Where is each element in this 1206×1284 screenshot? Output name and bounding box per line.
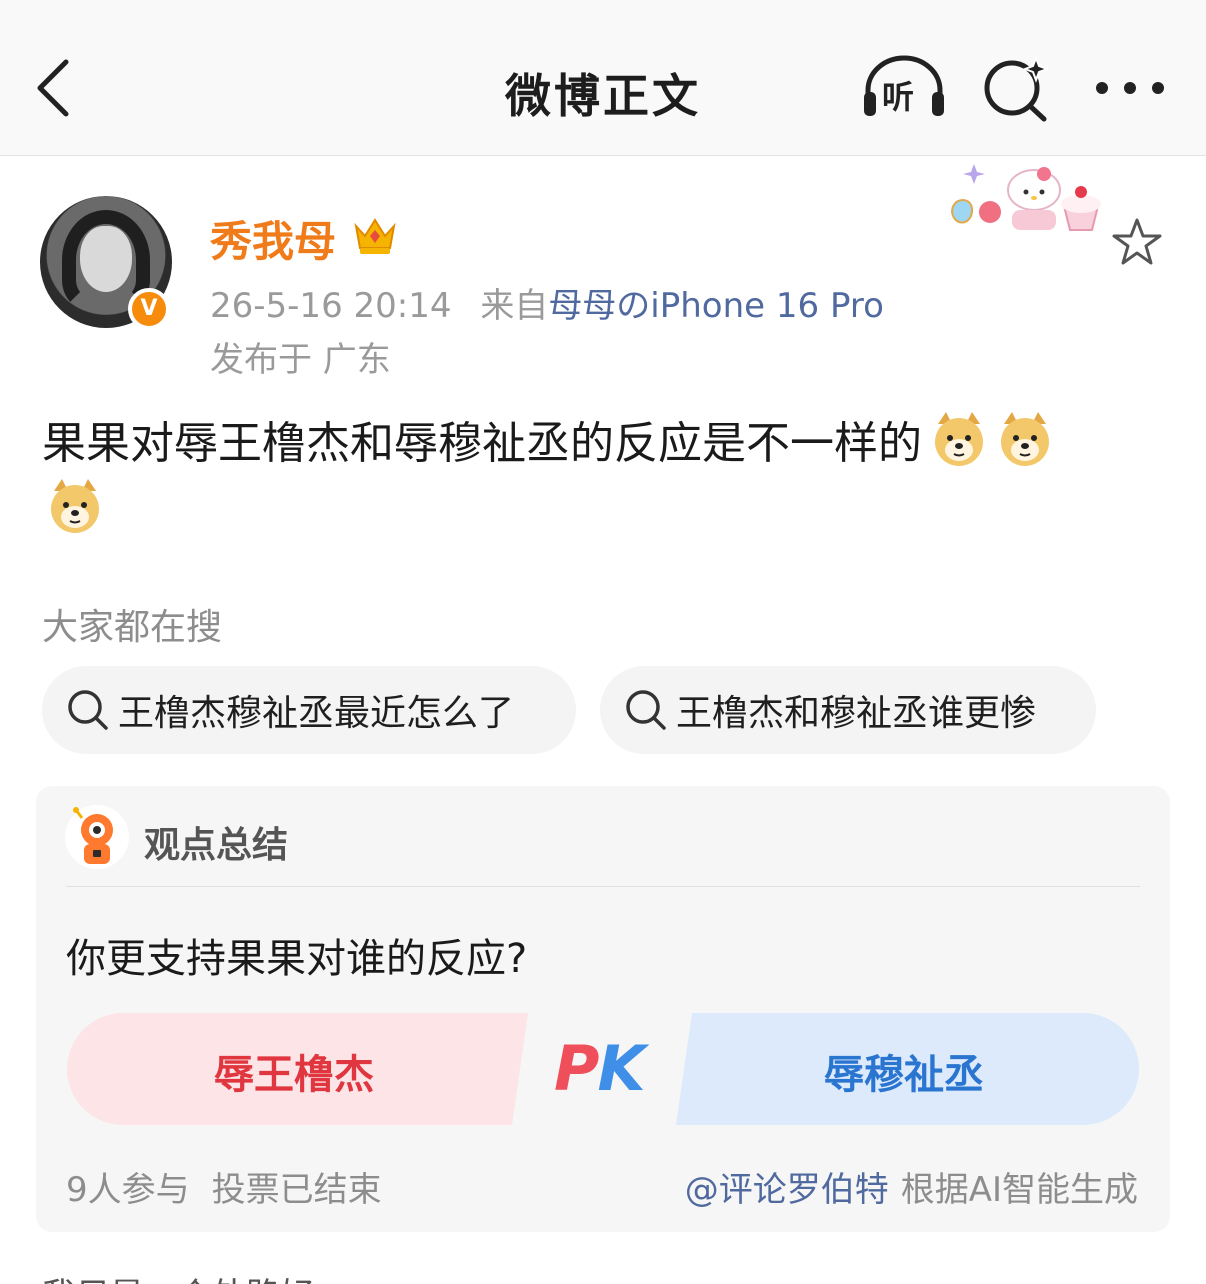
poll-stats: 9人参与 投票已结束 — [66, 1162, 382, 1211]
post-content: 果果对辱王橹杰和辱穆祉丞的反应是不一样的 — [42, 410, 1162, 544]
search-icon — [68, 690, 108, 730]
doge-emoji-icon — [930, 410, 988, 468]
mention-link[interactable]: @评论罗伯特 — [685, 1170, 889, 1210]
search-sparkle-icon — [984, 55, 1050, 122]
next-comment-text: 我只是一个外路好 — [42, 1268, 314, 1284]
poll-status: 投票已结束 — [211, 1170, 382, 1210]
username[interactable]: 秀我母 — [210, 208, 336, 269]
more-options-button[interactable] — [1092, 70, 1168, 106]
hot-search-title: 大家都在搜 — [42, 607, 223, 648]
doge-emoji-icon — [46, 477, 104, 535]
source-prefix: 来自 — [480, 286, 549, 326]
verified-badge: V — [128, 288, 170, 330]
listen-button[interactable]: 听 — [858, 52, 950, 124]
search-button[interactable] — [980, 52, 1052, 124]
post-location: 发布于 广东 — [210, 340, 391, 380]
card-divider — [66, 886, 1140, 887]
avatar-face — [80, 226, 132, 292]
post-timestamp: 26-5-16 20:14 — [210, 286, 452, 326]
robot-avatar-icon — [64, 804, 130, 870]
ai-attribution: @评论罗伯特 根据AI智能生成 — [685, 1162, 1138, 1211]
post-meta: 26-5-16 20:14 来自母母のiPhone 16 Pro — [210, 278, 884, 327]
post-text: 果果对辱王橹杰和辱穆祉丞的反应是不一样的 — [42, 418, 922, 469]
top-nav-bar: 微博正文 听 — [0, 0, 1206, 156]
star-icon — [1112, 218, 1162, 265]
favorite-star-button[interactable] — [1110, 216, 1164, 270]
hot-search-chip[interactable]: 王橹杰穆祉丞最近怎么了 — [42, 666, 576, 754]
pk-k-letter: K — [597, 1032, 645, 1105]
search-icon — [626, 690, 666, 730]
option-right-label: 辱穆祉丞 — [824, 1052, 984, 1098]
card-title: 观点总结 — [144, 825, 289, 866]
device-link[interactable]: 母母のiPhone 16 Pro — [548, 286, 884, 326]
hot-search-chip-label: 王橹杰穆祉丞最近怎么了 — [118, 693, 515, 734]
ai-note: 根据AI智能生成 — [900, 1170, 1138, 1210]
hot-search-chip[interactable]: 王橹杰和穆祉丞谁更惨 — [600, 666, 1096, 754]
opinion-summary-card: 观点总结 你更支持果果对谁的反应? 辱王橹杰 PK 辱穆祉丞 9人参与 投票已结束… — [36, 786, 1170, 1232]
listen-label: 听 — [882, 78, 915, 116]
option-left-label: 辱王橹杰 — [214, 1052, 374, 1098]
pk-p-letter: P — [554, 1032, 599, 1105]
pk-label: PK — [554, 1032, 646, 1105]
poll-option-left[interactable]: 辱王橹杰 — [66, 1012, 528, 1126]
ellipsis-icon — [1096, 82, 1164, 94]
pk-poll: 辱王橹杰 PK 辱穆祉丞 — [66, 1012, 1140, 1128]
poll-question: 你更支持果果对谁的反应? — [66, 936, 528, 982]
hot-search-chip-label: 王橹杰和穆祉丞谁更惨 — [676, 693, 1037, 734]
participant-count: 9人参与 — [66, 1170, 190, 1210]
crown-icon — [352, 212, 398, 256]
doge-emoji-icon — [996, 410, 1054, 468]
poll-option-right[interactable]: 辱穆祉丞 — [676, 1012, 1140, 1126]
hello-kitty-decoration-icon — [948, 156, 1112, 236]
